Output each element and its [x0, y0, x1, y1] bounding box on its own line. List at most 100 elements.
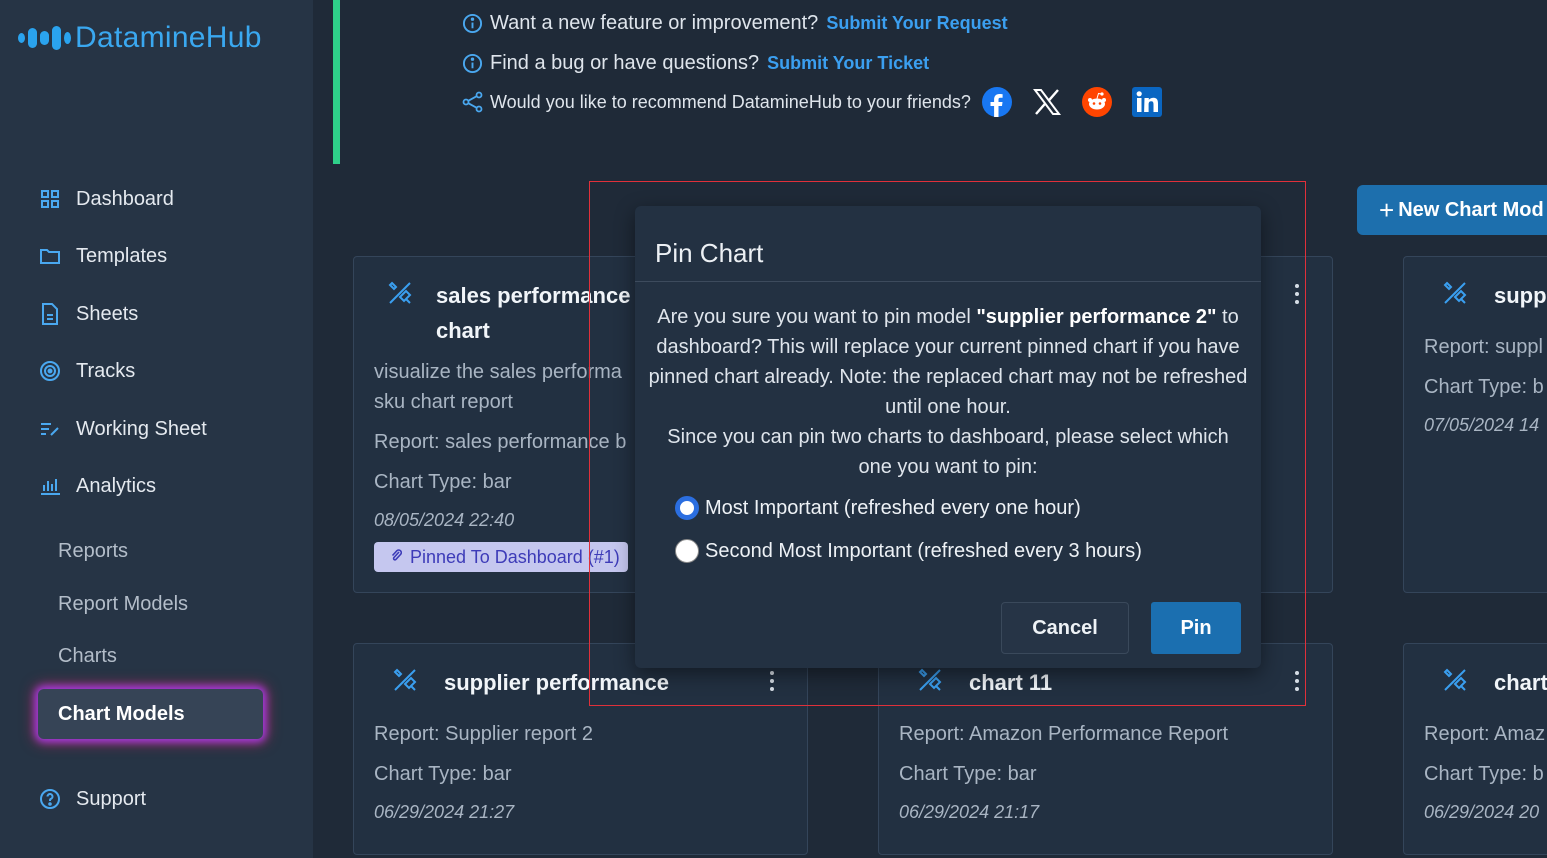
- card-date: 07/05/2024 14: [1424, 415, 1540, 435]
- new-chart-model-button[interactable]: + New Chart Mod: [1357, 185, 1547, 235]
- feature-request-line: Want a new feature or improvement? Submi…: [462, 12, 1008, 35]
- more-options-icon[interactable]: [769, 670, 775, 692]
- x-icon[interactable]: [1031, 86, 1063, 118]
- chart-tools-icon: [916, 666, 944, 694]
- info-icon: [462, 13, 484, 35]
- option-label: Most Important (refreshed every one hour…: [705, 496, 1081, 519]
- sidebar-item-label: Templates: [76, 244, 168, 267]
- card-chart-type: Chart Type: b: [1424, 376, 1544, 398]
- dialog-message-secondary: Since you can pin two charts to dashboar…: [667, 426, 1229, 478]
- card-chart-type: Chart Type: bar: [374, 471, 512, 493]
- card-chart-type: Chart Type: bar: [899, 763, 1037, 785]
- sidebar-item-label: Tracks: [76, 359, 136, 382]
- sidebar-sub-chart-models[interactable]: Chart Models: [38, 689, 263, 739]
- share-text: Would you like to recommend DatamineHub …: [490, 91, 971, 112]
- bug-report-text: Find a bug or have questions?: [490, 52, 760, 74]
- card-title: sales performance: [436, 283, 631, 308]
- feature-request-text: Want a new feature or improvement?: [490, 12, 819, 34]
- logo[interactable]: DatamineHub: [18, 18, 262, 58]
- dialog-message: Are you sure you want to pin model "supp…: [645, 302, 1251, 482]
- dialog-divider: [635, 281, 1261, 282]
- folder-icon: [38, 244, 62, 268]
- card-report: Report: suppl: [1424, 336, 1543, 358]
- sidebar-sub-report-models[interactable]: Report Models: [58, 589, 188, 619]
- list-edit-icon: [38, 417, 62, 441]
- chart-model-card[interactable]: supplier performance Report: Supplier re…: [353, 643, 808, 855]
- more-options-icon[interactable]: [1294, 670, 1300, 692]
- card-date: 06/29/2024 21:17: [899, 802, 1040, 822]
- option-second-most-important[interactable]: Second Most Important (refreshed every 3…: [675, 539, 1142, 563]
- sidebar-sub-reports[interactable]: Reports: [58, 536, 128, 566]
- sidebar-item-templates[interactable]: Templates: [38, 241, 167, 271]
- submit-request-link[interactable]: Submit Your Request: [826, 13, 1007, 34]
- chart-tools-icon: [1441, 279, 1469, 307]
- sidebar-item-label: Support: [76, 787, 147, 810]
- sidebar-item-tracks[interactable]: Tracks: [38, 356, 135, 386]
- pin-button[interactable]: Pin: [1151, 602, 1241, 654]
- card-title: chart 11: [969, 670, 1053, 695]
- sidebar-item-working-sheet[interactable]: Working Sheet: [38, 414, 207, 444]
- card-report: Report: Amaz: [1424, 723, 1546, 745]
- dialog-title: Pin Chart: [655, 238, 764, 268]
- accent-bar: [333, 0, 340, 164]
- document-icon: [38, 302, 62, 326]
- card-chart-type: Chart Type: b: [1424, 763, 1544, 785]
- help-circle-icon: [38, 787, 62, 811]
- pin-chart-dialog: Pin Chart Are you sure you want to pin m…: [635, 206, 1261, 668]
- card-description-line2: sku chart report: [374, 391, 513, 413]
- option-most-important[interactable]: Most Important (refreshed every one hour…: [675, 496, 1081, 520]
- logo-text: DatamineHub: [75, 21, 262, 54]
- card-report: Report: Supplier report 2: [374, 723, 594, 745]
- sidebar-item-sheets[interactable]: Sheets: [38, 299, 138, 329]
- chart-model-card[interactable]: chart 11 Report: Amazon Performance Repo…: [878, 643, 1333, 855]
- logo-mark-icon: [18, 26, 71, 50]
- target-icon: [38, 359, 62, 383]
- card-chart-type: Chart Type: bar: [374, 763, 512, 785]
- plus-icon: +: [1379, 195, 1395, 225]
- chart-tools-icon: [386, 279, 414, 307]
- paperclip-icon: [390, 547, 403, 568]
- chart-model-card[interactable]: chart Report: Amaz Chart Type: b 06/29/2…: [1403, 643, 1547, 855]
- card-description: visualize the sales performa: [374, 361, 622, 383]
- option-label: Second Most Important (refreshed every 3…: [705, 539, 1142, 562]
- radio-selected[interactable]: [675, 496, 699, 520]
- sidebar-item-label: Dashboard: [76, 187, 174, 210]
- chart-tools-icon: [391, 666, 419, 694]
- grid-icon: [38, 187, 62, 211]
- chart-model-card[interactable]: [1252, 256, 1333, 593]
- card-report: Report: Amazon Performance Report: [899, 723, 1229, 745]
- share-line: Would you like to recommend DatamineHub …: [462, 86, 1181, 118]
- sidebar-item-label: Analytics: [76, 474, 157, 497]
- pinned-badge-label: Pinned To Dashboard (#1): [410, 546, 620, 567]
- sidebar-item-label: Sheets: [76, 302, 139, 325]
- sidebar: DatamineHub Dashboard Templates Sheets T…: [0, 0, 313, 858]
- chart-model-card[interactable]: supp Report: suppl Chart Type: b 07/05/2…: [1403, 256, 1547, 593]
- dialog-model-name: "supplier performance 2": [976, 306, 1217, 328]
- sidebar-item-support[interactable]: Support: [38, 784, 146, 814]
- pinned-badge: Pinned To Dashboard (#1): [374, 542, 628, 572]
- linkedin-icon[interactable]: [1131, 86, 1163, 118]
- card-title-line2: chart: [436, 318, 490, 343]
- reddit-icon[interactable]: [1081, 86, 1113, 118]
- card-title: supplier performance: [444, 670, 669, 695]
- share-icon: [462, 91, 484, 113]
- card-title: chart: [1494, 670, 1547, 695]
- chart-tools-icon: [1441, 666, 1469, 694]
- more-options-icon[interactable]: [1294, 283, 1300, 305]
- submit-ticket-link[interactable]: Submit Your Ticket: [767, 53, 929, 74]
- bar-chart-icon: [38, 474, 62, 498]
- card-report: Report: sales performance b: [374, 431, 627, 453]
- facebook-icon[interactable]: [981, 86, 1013, 118]
- sidebar-sub-charts[interactable]: Charts: [58, 641, 117, 671]
- cancel-button[interactable]: Cancel: [1001, 602, 1129, 654]
- bug-report-line: Find a bug or have questions? Submit You…: [462, 52, 929, 75]
- sidebar-item-dashboard[interactable]: Dashboard: [38, 184, 174, 214]
- sidebar-item-label: Working Sheet: [76, 417, 207, 440]
- sidebar-item-analytics[interactable]: Analytics: [38, 471, 156, 501]
- card-date: 08/05/2024 22:40: [374, 510, 515, 530]
- radio-unselected[interactable]: [675, 539, 699, 563]
- social-links: [981, 86, 1181, 118]
- card-date: 06/29/2024 20: [1424, 802, 1540, 822]
- new-chart-model-label: New Chart Mod: [1398, 198, 1544, 221]
- card-title: supp: [1494, 283, 1547, 308]
